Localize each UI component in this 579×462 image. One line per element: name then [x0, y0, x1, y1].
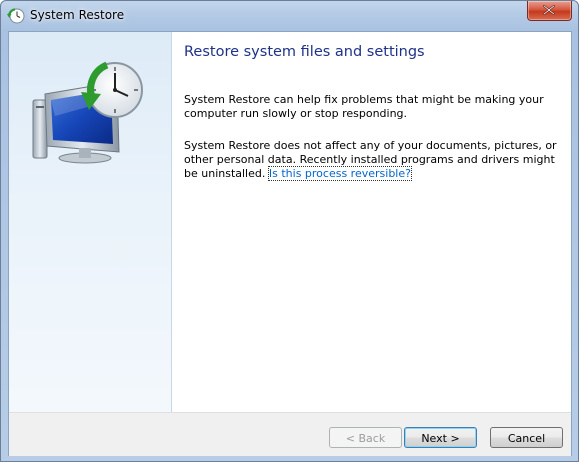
dialog-client-area: Restore system files and settings System…	[8, 31, 572, 456]
system-restore-icon	[7, 7, 25, 25]
close-button[interactable]	[527, 1, 572, 21]
title-bar[interactable]: System Restore	[1, 1, 578, 31]
page-title: Restore system files and settings	[184, 44, 425, 60]
next-button[interactable]: Next >	[404, 427, 477, 448]
back-button[interactable]: < Back	[329, 427, 402, 448]
intro-paragraph: System Restore can help fix problems tha…	[184, 93, 544, 120]
close-icon	[543, 5, 555, 15]
window-title: System Restore	[30, 8, 125, 22]
button-bar: < Back Next > Cancel	[9, 412, 571, 456]
info-paragraph: System Restore does not affect any of yo…	[184, 139, 564, 181]
system-restore-window: System Restore Restore system files and …	[0, 0, 579, 462]
reversible-help-link[interactable]: Is this process reversible?	[267, 166, 412, 181]
cancel-button[interactable]: Cancel	[490, 427, 563, 448]
main-content: Restore system files and settings System…	[172, 32, 571, 412]
system-restore-graphic	[31, 54, 147, 166]
sidebar-panel	[9, 32, 172, 412]
